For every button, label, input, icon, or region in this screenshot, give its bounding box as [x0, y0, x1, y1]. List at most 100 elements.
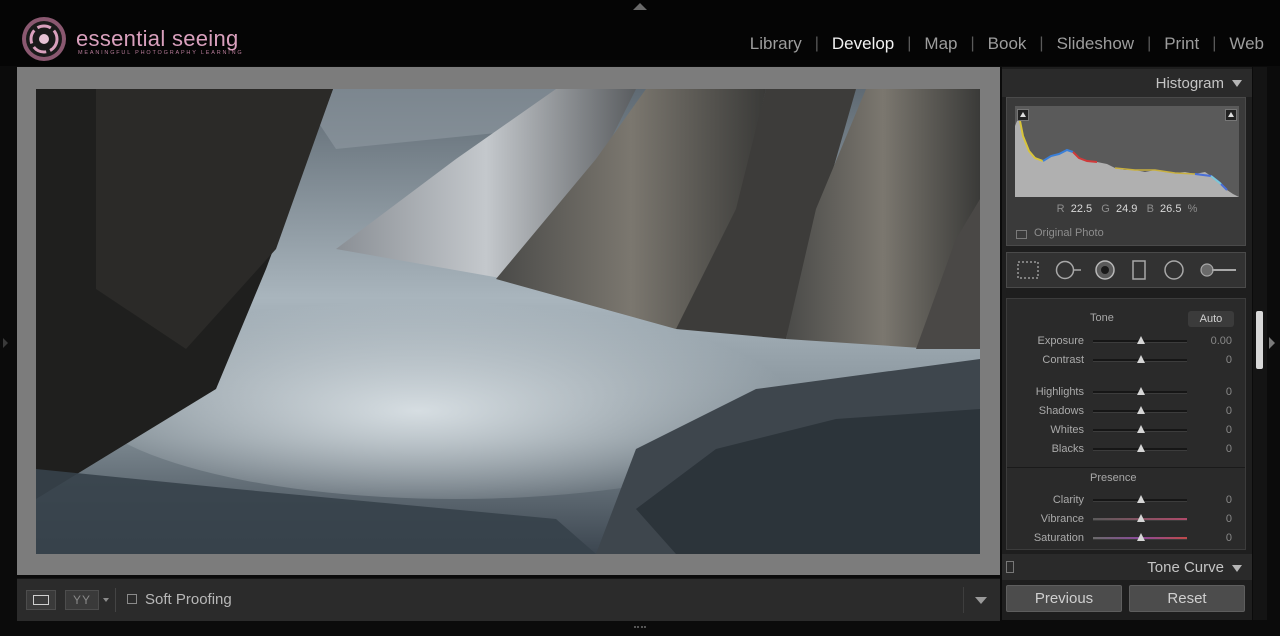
slider-thumb[interactable]: [1137, 387, 1145, 395]
highlight-clipping-icon[interactable]: [1225, 109, 1237, 121]
right-panel: Histogram R 22.5 G 24.9 B 26.5 % Origina…: [1002, 67, 1252, 620]
presence-section-title: Presence: [1090, 472, 1137, 484]
brand-name: essential seeing: [76, 26, 239, 51]
left-panel-toggle-icon[interactable]: [3, 338, 8, 348]
before-after-button[interactable]: YY: [65, 590, 99, 610]
slider-value[interactable]: 0: [1226, 532, 1232, 544]
slider-value[interactable]: 0: [1226, 494, 1232, 506]
contrast-slider[interactable]: Contrast 0: [1007, 352, 1247, 368]
original-photo-label[interactable]: Original Photo: [1034, 227, 1104, 239]
b-label: B: [1146, 203, 1154, 215]
adjustment-brush-icon[interactable]: [1199, 260, 1237, 280]
slider-thumb[interactable]: [1137, 533, 1145, 541]
module-develop[interactable]: Develop: [832, 34, 894, 54]
module-library[interactable]: Library: [750, 34, 802, 54]
slider-label: Vibrance: [1040, 513, 1084, 525]
exposure-slider[interactable]: Exposure 0.00: [1007, 333, 1247, 349]
clarity-slider[interactable]: Clarity 0: [1007, 492, 1247, 508]
previous-button[interactable]: Previous: [1006, 585, 1122, 612]
slider-value[interactable]: 0.00: [1211, 335, 1232, 347]
slider-value[interactable]: 0: [1226, 354, 1232, 366]
toolbar-divider: [115, 588, 116, 612]
slider-thumb[interactable]: [1137, 336, 1145, 344]
highlights-slider[interactable]: Highlights 0: [1007, 384, 1247, 400]
tone-curve-title: Tone Curve: [1147, 559, 1224, 576]
slider-thumb[interactable]: [1137, 406, 1145, 414]
top-bar: essential seeing MEANINGFUL PHOTOGRAPHY …: [0, 0, 1280, 66]
blacks-slider[interactable]: Blacks 0: [1007, 441, 1247, 457]
module-web[interactable]: Web: [1229, 34, 1264, 54]
crop-overlay-icon[interactable]: [1016, 260, 1040, 280]
module-picker: Library | Develop | Map | Book | Slidesh…: [750, 34, 1264, 54]
slider-value[interactable]: 0: [1226, 386, 1232, 398]
basic-panel: Tone Auto Exposure 0.00 Contrast 0 Highl…: [1006, 298, 1246, 550]
shadows-slider[interactable]: Shadows 0: [1007, 403, 1247, 419]
module-separator: |: [970, 35, 975, 52]
slider-label: Blacks: [1051, 443, 1084, 455]
scrollbar-thumb[interactable]: [1256, 311, 1263, 369]
collapse-triangle-icon[interactable]: [1232, 80, 1242, 87]
saturation-slider[interactable]: Saturation 0: [1007, 530, 1247, 546]
radial-filter-icon[interactable]: [1162, 260, 1186, 280]
module-separator: |: [1147, 35, 1152, 52]
soft-proofing-label[interactable]: Soft Proofing: [145, 591, 232, 608]
auto-tone-button[interactable]: Auto: [1188, 311, 1234, 327]
slider-label: Contrast: [1042, 354, 1084, 366]
right-panel-toggle-icon[interactable]: [1269, 337, 1275, 349]
brand-logo-icon: [22, 17, 66, 61]
slider-value[interactable]: 0: [1226, 513, 1232, 525]
loupe-view-icon: [33, 595, 49, 605]
slider-thumb[interactable]: [1137, 444, 1145, 452]
spot-removal-icon[interactable]: [1053, 260, 1083, 280]
histogram-curve: [1015, 115, 1239, 197]
slider-label: Whites: [1050, 424, 1084, 436]
module-separator: |: [907, 35, 912, 52]
slider-thumb[interactable]: [1137, 425, 1145, 433]
slider-thumb[interactable]: [1137, 495, 1145, 503]
photo-image[interactable]: [36, 89, 980, 554]
original-photo-checkbox[interactable]: [1016, 230, 1027, 239]
slider-label: Saturation: [1033, 532, 1084, 544]
slider-label: Exposure: [1037, 335, 1084, 347]
r-value: 22.5: [1070, 203, 1093, 215]
histogram-graph[interactable]: [1015, 106, 1239, 197]
soft-proofing-checkbox[interactable]: [127, 594, 137, 604]
slider-label: Clarity: [1052, 494, 1084, 506]
graduated-filter-icon[interactable]: [1131, 260, 1147, 280]
photo-view: [17, 67, 1000, 575]
filmstrip-toggle-icon[interactable]: [634, 626, 646, 634]
right-panel-scrollbar[interactable]: [1253, 67, 1267, 620]
before-after-caret-icon[interactable]: [103, 598, 109, 602]
histogram-header[interactable]: Histogram: [1002, 69, 1252, 97]
slider-label: Shadows: [1038, 405, 1084, 417]
top-panel-toggle-icon[interactable]: [633, 3, 647, 10]
panel-switch-icon[interactable]: [1006, 561, 1014, 573]
vibrance-slider[interactable]: Vibrance 0: [1007, 511, 1247, 527]
histogram-title: Histogram: [1155, 75, 1224, 92]
toolbar-content-menu-icon[interactable]: [975, 597, 987, 604]
g-label: G: [1101, 203, 1110, 215]
whites-slider[interactable]: Whites 0: [1007, 422, 1247, 438]
slider-value[interactable]: 0: [1226, 443, 1232, 455]
loupe-view-button[interactable]: [26, 590, 56, 610]
slider-label: Highlights: [1035, 386, 1084, 398]
slider-thumb[interactable]: [1137, 355, 1145, 363]
slider-thumb[interactable]: [1137, 514, 1145, 522]
shadow-clipping-icon[interactable]: [1017, 109, 1029, 121]
red-eye-icon[interactable]: [1093, 260, 1117, 280]
collapse-triangle-icon[interactable]: [1232, 565, 1242, 572]
module-map[interactable]: Map: [924, 34, 957, 54]
tone-curve-header[interactable]: Tone Curve: [1002, 554, 1252, 580]
photo-rendering: [36, 89, 980, 554]
slider-value[interactable]: 0: [1226, 405, 1232, 417]
brand-tagline: MEANINGFUL PHOTOGRAPHY LEARNING: [78, 50, 244, 56]
bottom-toolbar: YY Soft Proofing: [17, 578, 1000, 621]
reset-button[interactable]: Reset: [1129, 585, 1245, 612]
section-divider: [1007, 467, 1245, 468]
module-slideshow[interactable]: Slideshow: [1057, 34, 1135, 54]
slider-value[interactable]: 0: [1226, 424, 1232, 436]
module-separator: |: [1212, 35, 1217, 52]
module-book[interactable]: Book: [988, 34, 1027, 54]
module-print[interactable]: Print: [1164, 34, 1199, 54]
module-separator: |: [1039, 35, 1044, 52]
